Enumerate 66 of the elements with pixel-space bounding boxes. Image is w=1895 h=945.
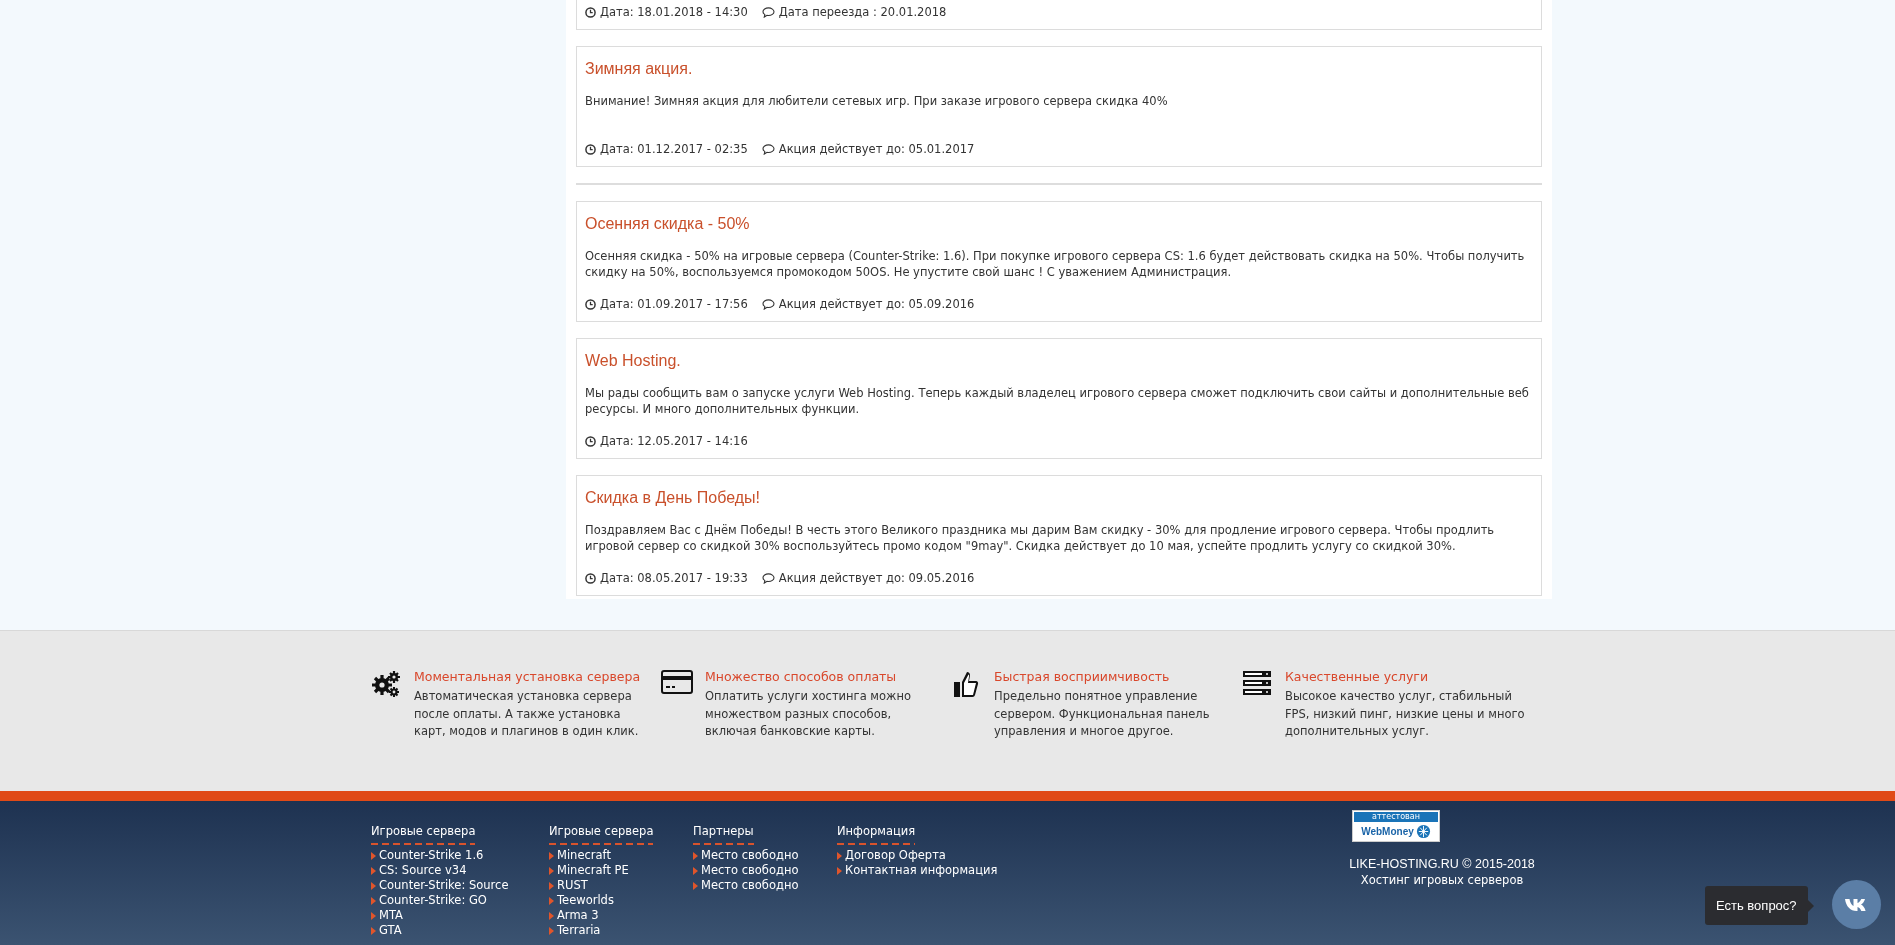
gears-icon (371, 670, 401, 698)
feature-text: Оплатить услуги хостинга можно множеством разных способов, включая банковские карты. (705, 688, 912, 740)
badge-label: аттестован (1354, 812, 1438, 822)
feature-title: Быстрая восприимчивость (994, 669, 1171, 685)
credit-card-icon (661, 670, 693, 694)
copyright-text: LIKE-HOSTING.RU © 2015-2018 (1349, 856, 1535, 872)
news-note: Дата переезда : 20.01.2018 (778, 4, 947, 20)
news-text: Мы рады сообщить вам о запуске услуги Web Hosting. Теперь каждый владелец игрового сервера сможет подключить свои сайты и дополнительные веб ресурсы. И много дополнительных функции. (585, 385, 1530, 417)
footer-link[interactable]: Teeworlds (557, 893, 614, 908)
server-rack-icon (1242, 670, 1272, 696)
feature-text: Автоматическая установка сервера после оплаты. А также установка карт, модов и плагинов в один клик. (414, 688, 640, 740)
footer-link[interactable]: Terraria (557, 923, 601, 938)
clock-icon (585, 143, 596, 155)
clock-icon (585, 6, 596, 18)
news-text: Внимание! Зимняя акция для любители сетевых игр. При заказе игрового сервера скидка 40% (585, 93, 1169, 110)
footer-link[interactable]: Minecraft PE (557, 863, 629, 878)
speech-bubble-icon (761, 143, 775, 155)
news-note: Акция действует до: 09.05.2016 (778, 570, 975, 586)
footer-link[interactable]: Arma 3 (557, 908, 599, 923)
footer-heading: Игровые сервера (549, 823, 654, 839)
speech-bubble-icon (761, 298, 775, 310)
footer-link[interactable]: Контактная информация (845, 863, 998, 878)
speech-bubble-icon (761, 6, 775, 18)
footer-link[interactable]: Место свободно (701, 848, 799, 863)
clock-icon (585, 298, 596, 310)
footer-heading: Игровые сервера (371, 823, 476, 839)
news-note: Акция действует до: 05.01.2017 (778, 141, 975, 157)
tagline-text: Хостинг игровых серверов (1360, 872, 1524, 888)
clock-icon (585, 435, 596, 447)
footer-link[interactable]: Договор Оферта (845, 848, 946, 863)
footer-link[interactable]: Counter-Strike: GO (379, 893, 487, 908)
chat-button[interactable] (1832, 880, 1881, 929)
footer-link[interactable]: MTA (379, 908, 403, 923)
news-title[interactable]: Web Hosting. (585, 351, 1533, 371)
clock-icon (585, 572, 596, 584)
feature-title: Множество способов оплаты (705, 669, 898, 685)
footer-link[interactable]: GTA (379, 923, 402, 938)
feature-title: Качественные услуги (1285, 669, 1430, 685)
footer-link[interactable]: Minecraft (557, 848, 611, 863)
footer-link[interactable]: Место свободно (701, 878, 799, 893)
badge-brand: WebMoney (1361, 825, 1414, 839)
footer-link[interactable]: Место свободно (701, 863, 799, 878)
news-text: Осенняя скидка - 50% на игровые сервера (Counter-Strike: 1.6). При покупке игрового сервера CS: 1.6 будет действовать скидка на 50%. Чтобы получить скидку на 50%, воспользуемся промокодом 50OS. Не упустите свой шанс ! С уважением Администрация. (585, 248, 1526, 280)
feature-text: Высокое качество услуг, стабильный FPS, низкий пинг, низкие цены и много дополнительных услуг. (1285, 688, 1525, 740)
news-title[interactable]: Осенняя скидка - 50% (585, 214, 1533, 234)
footer-heading: Информация (837, 823, 916, 839)
footer-link[interactable]: Counter-Strike: Source (379, 878, 509, 893)
footer-link[interactable]: RUST (557, 878, 588, 893)
news-date: Дата: 18.01.2018 - 14:30 (600, 4, 748, 20)
speech-bubble-icon (761, 572, 775, 584)
news-text: Поздравляем Вас с Днём Победы! В честь этого Великого праздника мы дарим Вам скидку - 30% для продление игрового сервера. Чтобы продлить игровой сервер со скидкой 30% воспользуйтесь промо кодом "9may". Скидка действует до 10 мая, успейте продлить услугу со скидкой 30%. (585, 522, 1496, 554)
footer-heading: Партнеры (693, 823, 754, 839)
globe-icon (1415, 824, 1431, 839)
footer-link[interactable]: CS: Source v34 (379, 863, 467, 878)
webmoney-badge[interactable]: аттестован WebMoney (1352, 810, 1440, 842)
news-date: Дата: 01.09.2017 - 17:56 (600, 296, 748, 312)
news-title[interactable]: Скидка в День Победы! (585, 488, 1533, 508)
footer-link[interactable]: Counter-Strike 1.6 (379, 848, 484, 863)
news-date: Дата: 12.05.2017 - 14:16 (600, 433, 748, 449)
news-date: Дата: 01.12.2017 - 02:35 (600, 141, 748, 157)
thumbs-up-icon (953, 670, 979, 698)
news-date: Дата: 08.05.2017 - 19:33 (600, 570, 748, 586)
feature-text: Предельно понятное управление сервером. Функциональная панель управления и многое другое. (994, 688, 1211, 740)
news-note: Акция действует до: 05.09.2016 (778, 296, 975, 312)
feature-title: Моментальная установка сервера (414, 669, 642, 685)
news-title[interactable]: Зимняя акция. (585, 59, 1533, 79)
